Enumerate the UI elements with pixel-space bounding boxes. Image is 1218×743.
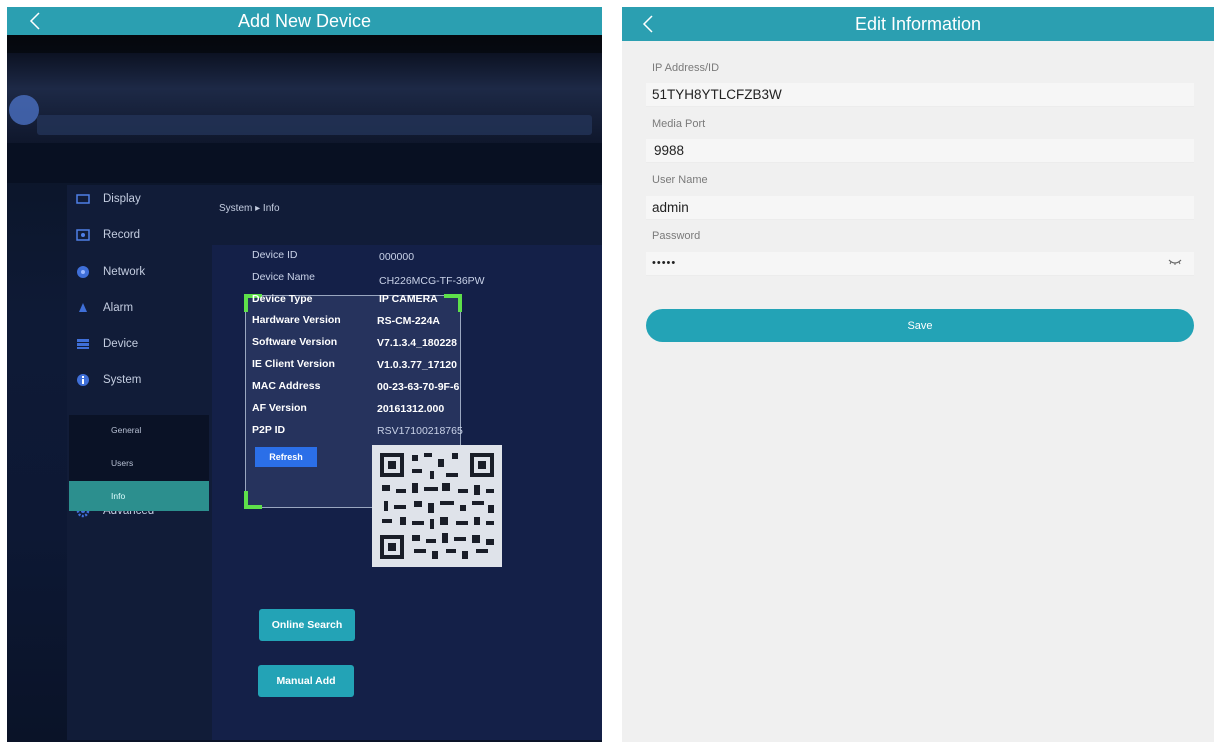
- sidebar-item-label: Record: [103, 229, 141, 241]
- password-field[interactable]: [646, 252, 1194, 276]
- photographed-browser-bar: [7, 53, 602, 143]
- scan-corner-bottom-left: [244, 491, 262, 509]
- page-title: Edit Information: [854, 14, 982, 34]
- info-label: P2P ID: [252, 424, 286, 436]
- page-title: Add New Device: [237, 11, 372, 31]
- refresh-button: Refresh: [255, 447, 317, 467]
- ip-address-value: 51TYH8YTLCFZB3W: [652, 87, 782, 102]
- submenu-item-general: General: [111, 425, 142, 435]
- info-value: 00-23-63-70-9F-6: [377, 381, 460, 393]
- header-bar: Edit Information: [622, 7, 1214, 41]
- info-label: Device ID: [252, 249, 298, 261]
- sidebar-item-device: Device: [67, 330, 212, 358]
- device-icon: [75, 337, 91, 351]
- scan-corner-top-right: [444, 294, 462, 312]
- manual-add-button[interactable]: Manual Add: [258, 665, 354, 697]
- user-name-field[interactable]: [646, 196, 1194, 220]
- system-submenu: General Users Info: [69, 415, 209, 511]
- sidebar-item-label: Device: [103, 338, 139, 350]
- dark-band: [7, 143, 602, 183]
- media-port-value: 9988: [654, 143, 685, 158]
- sidebar-item-label: System: [103, 374, 142, 386]
- user-name-value: admin: [652, 200, 689, 215]
- sidebar-item-record: Record: [67, 221, 212, 249]
- submenu-item-info: Info: [69, 481, 209, 511]
- info-label: Hardware Version: [252, 314, 341, 326]
- sidebar-item-system: System: [67, 366, 212, 394]
- info-icon: [75, 373, 91, 387]
- media-port-label: Media Port: [652, 118, 706, 130]
- info-value: CH226MCG-TF-36PW: [379, 275, 485, 287]
- record-icon: [75, 228, 91, 242]
- add-device-screen: Display Record Network Alarm Device Syst…: [7, 7, 602, 742]
- info-value: V1.0.3.77_17120: [377, 359, 457, 371]
- info-value: 000000: [379, 251, 415, 263]
- submenu-item-users: Users: [111, 458, 134, 468]
- info-value: 20161312.000: [377, 403, 445, 415]
- camera-viewfinder: Display Record Network Alarm Device Syst…: [7, 35, 602, 742]
- sidebar-item-label: Network: [103, 266, 146, 278]
- breadcrumb: System ▸ Info: [219, 203, 280, 214]
- qr-code: [372, 445, 502, 567]
- sidebar-item-display: Display: [67, 185, 212, 213]
- media-port-field[interactable]: [646, 139, 1194, 163]
- online-search-button[interactable]: Online Search: [259, 609, 355, 641]
- info-label: MAC Address: [252, 380, 321, 392]
- edit-information-screen: Edit Information IP Address/ID 51TYH8YTL…: [622, 7, 1214, 742]
- ip-address-label: IP Address/ID: [652, 62, 720, 74]
- browser-url-bar: [37, 115, 592, 135]
- info-value: V7.1.3.4_180228: [377, 337, 457, 349]
- info-value: RS-CM-224A: [377, 315, 441, 327]
- sidebar-item-network: Network: [67, 258, 212, 286]
- user-name-label: User Name: [652, 174, 708, 186]
- sidebar-item-alarm: Alarm: [67, 294, 212, 322]
- eye-closed-icon[interactable]: [1168, 257, 1182, 267]
- save-button[interactable]: Save: [646, 309, 1194, 342]
- password-label: Password: [652, 230, 701, 242]
- sidebar-item-label: Display: [103, 193, 141, 205]
- alarm-icon: [75, 301, 91, 315]
- password-value: •••••: [652, 257, 677, 269]
- info-value: IP CAMERA: [379, 293, 438, 305]
- info-label: AF Version: [252, 402, 307, 414]
- info-label: Software Version: [252, 336, 338, 348]
- network-icon: [75, 265, 91, 279]
- info-label: IE Client Version: [252, 358, 335, 370]
- sidebar-item-label: Alarm: [103, 302, 134, 314]
- info-label: Device Type: [252, 293, 313, 305]
- monitor-icon: [75, 192, 91, 206]
- header-bar: Add New Device: [7, 7, 602, 35]
- info-value: RSV17100218765: [377, 425, 463, 437]
- browser-back-circle: [9, 95, 39, 125]
- info-label: Device Name: [252, 271, 316, 283]
